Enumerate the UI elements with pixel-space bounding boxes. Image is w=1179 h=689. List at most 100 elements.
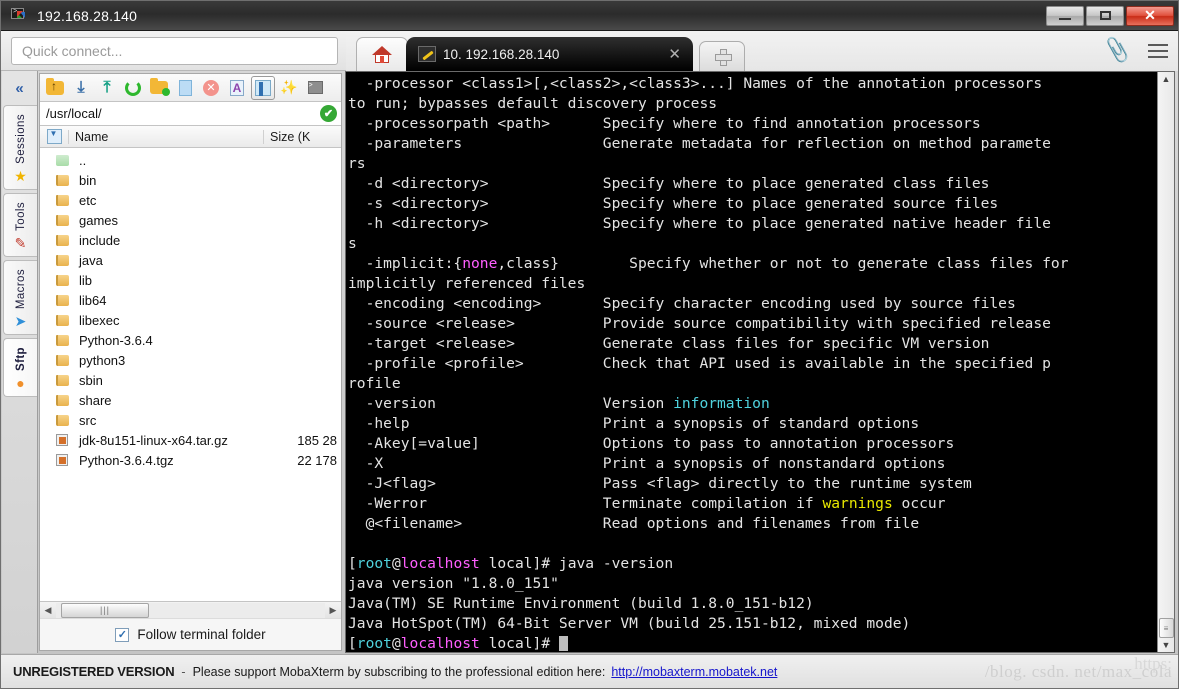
hscroll-track[interactable]: ||| (56, 602, 325, 618)
file-row[interactable]: Python-3.6.4.tgz 22 178 (40, 450, 341, 470)
file-name: lib64 (79, 292, 107, 308)
watermark-protocol: https: (1134, 654, 1172, 673)
app-icon (11, 7, 29, 24)
current-path: /usr/local/ (46, 106, 102, 121)
tab-close-icon[interactable]: ✕ (664, 47, 685, 62)
terminal-line: rs (348, 155, 366, 172)
file-row[interactable]: python3 (40, 350, 341, 370)
folder-icon (56, 394, 69, 406)
tab-strip: 10. 192.168.28.140 ✕ 📎 (346, 31, 1178, 71)
file-size: 185 28 (297, 432, 337, 448)
file-row[interactable]: games (40, 210, 341, 230)
folder-icon (56, 414, 69, 426)
hscroll-thumb[interactable]: ||| (61, 602, 149, 618)
scroll-right-arrow-icon[interactable]: ▶ (325, 605, 341, 616)
follow-terminal-folder-row[interactable]: ✓ Follow terminal folder (40, 618, 341, 650)
file-name: python3 (79, 352, 126, 368)
scroll-left-arrow-icon[interactable]: ◀ (40, 605, 56, 616)
refresh-button[interactable] (121, 76, 145, 100)
file-row[interactable]: .. (40, 150, 341, 170)
globe-icon: ● (16, 374, 25, 391)
terminal-line: [root@localhost local]# (348, 634, 1157, 652)
sidebar-item-sftp[interactable]: Sftp ● (3, 337, 37, 397)
tab-session[interactable]: 10. 192.168.28.140 ✕ (406, 37, 693, 71)
folder-icon (56, 374, 69, 386)
vscroll-thumb[interactable]: ≡ (1158, 618, 1174, 638)
file-row[interactable]: java (40, 250, 341, 270)
terminal-line: java version "1.8.0_151" (348, 575, 559, 592)
window-controls: ✕ (1044, 5, 1178, 26)
star-icon: ★ (14, 167, 27, 184)
hamburger-menu-icon[interactable] (1148, 44, 1168, 58)
terminal-output[interactable]: -processor <class1>[,<class2>,<class3>..… (346, 72, 1157, 652)
parent-folder-button[interactable] (43, 76, 67, 100)
terminal-line: rofile (348, 375, 401, 392)
terminal-line: -encoding <encoding> Specify character e… (348, 295, 1016, 312)
file-row[interactable]: include (40, 230, 341, 250)
file-name: java (79, 252, 103, 268)
file-row[interactable]: src (40, 410, 341, 430)
file-name: sbin (79, 372, 103, 388)
mobatek-link[interactable]: http://mobaxterm.mobatek.net (611, 665, 777, 679)
terminal-line: -Akey[=value] Options to pass to annotat… (348, 435, 955, 452)
file-row[interactable]: jdk-8u151-linux-x64.tar.gz 185 28 (40, 430, 341, 450)
new-file-button[interactable] (173, 76, 197, 100)
sidebar-item-macros[interactable]: Macros ➤ (3, 259, 37, 335)
tools-icon: ✎ (14, 234, 27, 251)
download-button[interactable]: ⤓ (69, 76, 93, 100)
terminal-line: -processorpath <path> Specify where to f… (348, 115, 981, 132)
sidebar-item-tools[interactable]: Tools ✎ (3, 192, 37, 257)
terminal-scrollbar[interactable]: ▲ ≡ ▼ (1157, 72, 1174, 652)
new-folder-button[interactable] (147, 76, 171, 100)
file-row[interactable]: libexec (40, 310, 341, 330)
path-bar[interactable]: /usr/local/ ✔ (40, 102, 341, 126)
new-tab-button[interactable] (699, 41, 745, 71)
folder-icon (56, 294, 69, 306)
column-header-name[interactable]: Name (68, 129, 263, 144)
follow-terminal-checkbox[interactable]: ✓ (115, 627, 130, 642)
file-row[interactable]: bin (40, 170, 341, 190)
file-row[interactable]: lib (40, 270, 341, 290)
terminal-line: -Werror Terminate compilation if warning… (348, 495, 946, 512)
new-folder-icon (150, 78, 170, 96)
paperclip-icon[interactable]: 📎 (1102, 37, 1132, 66)
folder-icon (56, 334, 69, 346)
file-row[interactable]: etc (40, 190, 341, 210)
folder-icon (56, 174, 69, 186)
magic-wand-button[interactable]: ✨ (277, 76, 301, 100)
file-row[interactable]: lib64 (40, 290, 341, 310)
file-name: share (79, 392, 112, 408)
sidebar-item-label: Sftp (14, 346, 27, 371)
column-header-size[interactable]: Size (K (263, 129, 341, 144)
close-button[interactable]: ✕ (1126, 5, 1174, 26)
tab-session-label: 10. 192.168.28.140 (443, 46, 560, 62)
terminal-button[interactable]: > (303, 76, 327, 100)
terminal-line: -implicit:{none,class} Specify whether o… (348, 255, 1069, 272)
file-list[interactable]: .. bin etc games include java lib lib64 libexec P… (40, 148, 341, 601)
unregistered-badge: UNREGISTERED VERSION (13, 664, 175, 679)
file-row[interactable]: Python-3.6.4 (40, 330, 341, 350)
maximize-button[interactable] (1086, 5, 1124, 26)
top-bar: Quick connect... 10. 192.168.28.140 ✕ 📎 (1, 31, 1178, 71)
tab-home[interactable] (356, 37, 408, 71)
sidebar-item-sessions[interactable]: Sessions ★ (3, 105, 37, 190)
terminal-line: -profile <profile> Check that API used i… (348, 355, 1051, 372)
scroll-down-arrow-icon[interactable]: ▼ (1162, 640, 1171, 650)
file-row[interactable]: sbin (40, 370, 341, 390)
edit-file-button[interactable]: A (225, 76, 249, 100)
sidebar-collapse-button[interactable]: « (2, 71, 37, 105)
upload-button[interactable]: ⤒ (95, 76, 119, 100)
quick-connect-input[interactable]: Quick connect... (11, 37, 338, 65)
file-row[interactable]: share (40, 390, 341, 410)
scroll-up-arrow-icon[interactable]: ▲ (1162, 74, 1171, 84)
split-view-button[interactable] (251, 75, 275, 100)
folder-icon (56, 254, 69, 266)
terminal-line: [root@localhost local]# java -version (348, 555, 674, 572)
minimize-button[interactable] (1046, 5, 1084, 26)
sort-toggle-button[interactable] (40, 129, 68, 144)
horizontal-scrollbar[interactable]: ◀ ||| ▶ (40, 601, 341, 618)
delete-button[interactable]: ✕ (199, 76, 223, 100)
terminal-line: -X Print a synopsis of nonstandard optio… (348, 455, 946, 472)
terminal-line: Java HotSpot(TM) 64-Bit Server VM (build… (348, 615, 911, 632)
